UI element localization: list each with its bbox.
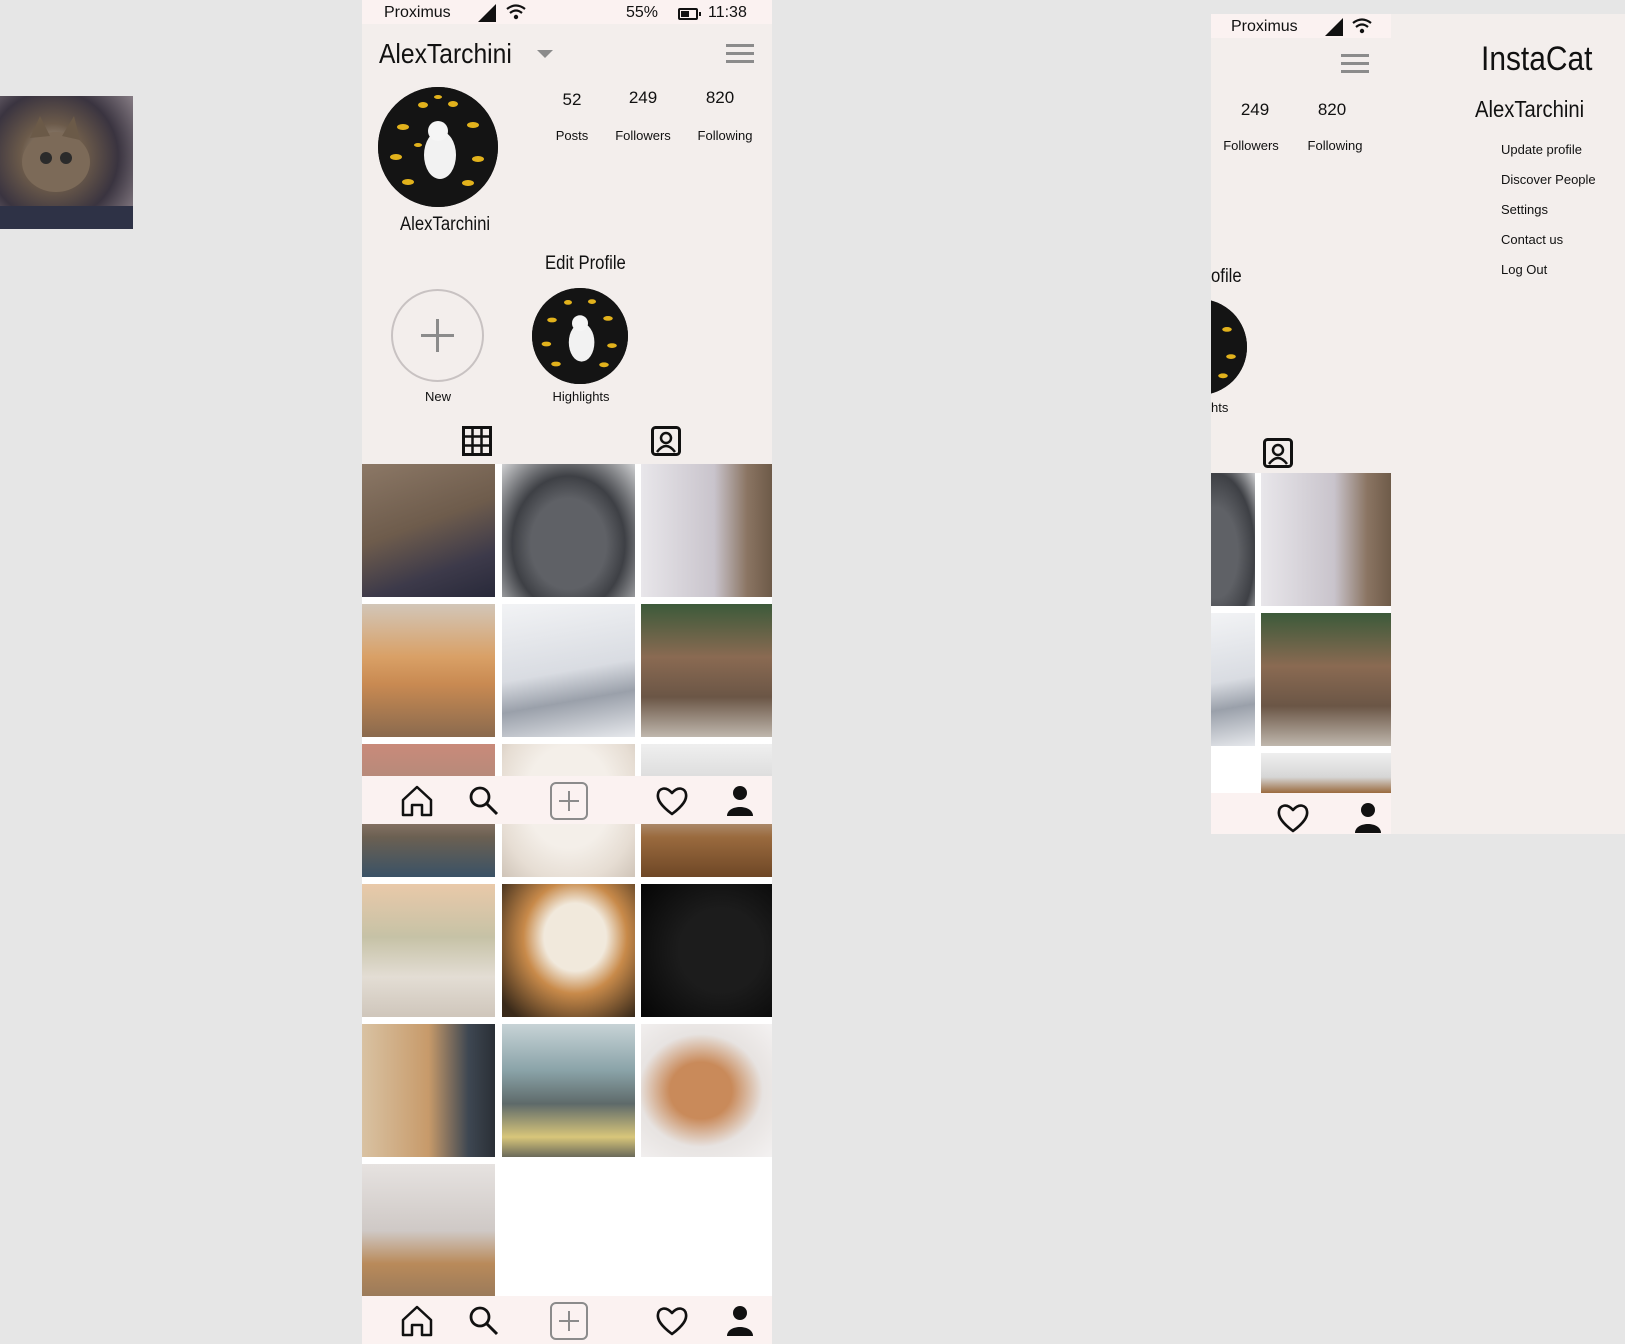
menu-item-discover-people[interactable]: Discover People [1501, 172, 1596, 187]
highlight-circle[interactable] [532, 288, 628, 384]
new-highlight-button[interactable] [391, 289, 484, 382]
home-icon[interactable] [400, 784, 434, 818]
grid-photo[interactable] [502, 884, 635, 1017]
grid-photo[interactable] [362, 464, 495, 597]
add-post-icon[interactable] [549, 781, 589, 821]
bottom-nav [1211, 793, 1391, 834]
carrier-label: Proximus [1231, 18, 1298, 35]
floating-cat-photo [0, 96, 133, 229]
heart-icon[interactable] [655, 784, 689, 818]
following-count[interactable]: 820 [680, 88, 760, 108]
followers-label[interactable]: Followers [598, 128, 688, 143]
posts-count: 52 [562, 90, 582, 109]
grid-photo[interactable] [362, 884, 495, 1017]
status-bar: Proximus 55% 11:38 [362, 0, 772, 24]
grid-photo[interactable] [502, 604, 635, 737]
followers-label[interactable]: Followers [1211, 138, 1296, 153]
side-drawer: InstaCat AlexTarchini Update profile Dis… [1391, 14, 1625, 834]
profile-screen: Proximus 55% 11:38 AlexTarchini 52 249 8… [362, 0, 772, 1344]
grid-photo[interactable] [641, 464, 772, 597]
bottom-nav [362, 1296, 772, 1344]
highlights-label: Highlights [552, 389, 610, 404]
wifi-icon [1352, 18, 1372, 34]
followers-count[interactable]: 249 [1215, 100, 1295, 120]
grid-icon[interactable] [462, 426, 492, 456]
signal-icon [478, 4, 496, 22]
grid-photo[interactable] [362, 604, 495, 737]
signal-icon [1325, 18, 1343, 36]
highlights-fragment: hts [1211, 400, 1229, 415]
drawer-screen: Proximus 55% 11:38 249 820 Followers Fol… [1211, 14, 1625, 834]
following-count[interactable]: 820 [1292, 100, 1372, 120]
profile-username-header[interactable]: AlexTarchini [379, 38, 530, 70]
followers-count[interactable]: 249 [603, 88, 683, 108]
new-highlight-label: New [424, 389, 451, 404]
add-post-icon[interactable] [549, 1301, 589, 1341]
grid-photo[interactable] [1261, 753, 1394, 793]
profile-avatar[interactable] [378, 87, 498, 207]
battery-percent: 55% [626, 4, 659, 21]
grid-photo[interactable] [1261, 473, 1394, 606]
heart-icon[interactable] [655, 1304, 689, 1338]
grid-photo[interactable] [1211, 473, 1255, 606]
menu-item-contact-us[interactable]: Contact us [1501, 232, 1563, 247]
carrier-label: Proximus [384, 4, 451, 21]
drawer-username: AlexTarchini [1475, 96, 1585, 122]
grid-photo[interactable] [362, 1164, 495, 1297]
grid-photo[interactable] [641, 1024, 772, 1157]
grid-photo[interactable] [1211, 613, 1255, 746]
grid-photo[interactable] [641, 604, 772, 737]
grid-photo[interactable] [502, 464, 635, 597]
menu-item-update-profile[interactable]: Update profile [1501, 142, 1582, 157]
edit-profile-button[interactable]: Edit Profile [545, 253, 637, 275]
photo-grid-peek [1211, 473, 1395, 793]
grid-photo[interactable] [1261, 613, 1394, 746]
photo-grid [362, 464, 772, 1344]
heart-icon[interactable] [1276, 801, 1310, 834]
search-icon[interactable] [467, 1304, 501, 1338]
menu-icon[interactable] [726, 44, 754, 64]
grid-photo[interactable] [641, 884, 772, 1017]
tagged-person-icon[interactable] [1263, 438, 1293, 468]
plus-icon [421, 319, 454, 352]
grid-photo[interactable] [502, 1024, 635, 1157]
search-icon[interactable] [467, 784, 501, 818]
chevron-down-icon[interactable] [537, 50, 553, 58]
app-title: InstaCat [1481, 40, 1593, 78]
edit-profile-fragment[interactable]: ofile [1211, 266, 1246, 288]
menu-item-log-out[interactable]: Log Out [1501, 262, 1547, 277]
menu-icon[interactable] [1341, 54, 1369, 74]
battery-icon [678, 8, 701, 20]
following-label[interactable]: Following [1290, 138, 1380, 153]
profile-display-name: AlexTarchini [400, 214, 491, 235]
grid-photo[interactable] [362, 1024, 495, 1157]
highlight-circle[interactable] [1211, 299, 1247, 395]
person-icon[interactable] [1351, 801, 1385, 834]
following-label[interactable]: Following [680, 128, 770, 143]
home-icon[interactable] [400, 1304, 434, 1338]
clock: 11:38 [708, 4, 747, 21]
menu-item-settings[interactable]: Settings [1501, 202, 1548, 217]
person-icon[interactable] [723, 1304, 757, 1338]
tagged-person-icon[interactable] [651, 426, 681, 456]
person-icon[interactable] [723, 784, 757, 818]
wifi-icon [506, 4, 526, 20]
bottom-nav-floating [362, 776, 772, 824]
